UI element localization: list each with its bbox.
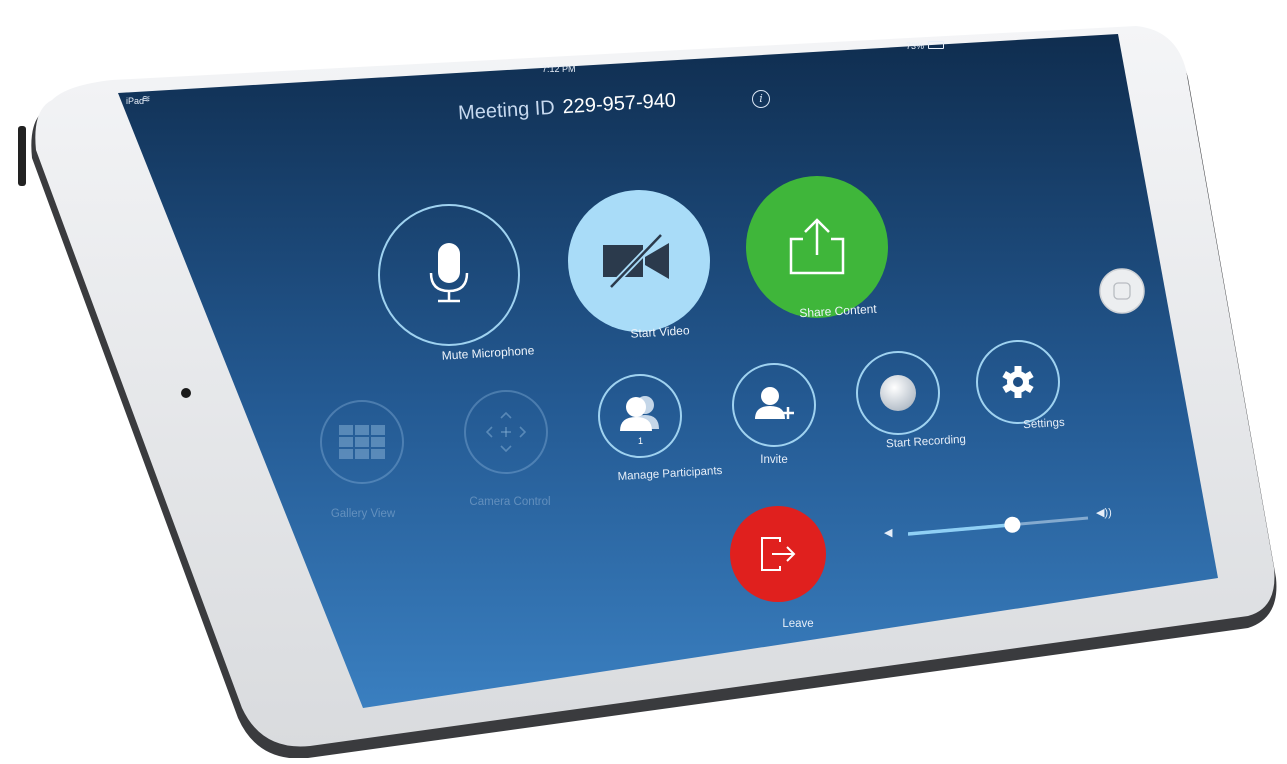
gear-icon bbox=[1002, 366, 1034, 398]
add-user-icon bbox=[755, 387, 794, 419]
leave-button[interactable] bbox=[730, 506, 826, 602]
invite-label: Invite bbox=[760, 454, 788, 466]
camera-control-label: Camera Control bbox=[469, 496, 551, 508]
video-off-icon bbox=[603, 233, 669, 289]
speaker-high-icon: ◀)) bbox=[1096, 507, 1112, 519]
settings-button[interactable] bbox=[976, 340, 1060, 424]
home-button[interactable] bbox=[1099, 268, 1145, 314]
mute-microphone-button[interactable] bbox=[378, 204, 520, 346]
volume-fill bbox=[908, 522, 1013, 536]
wifi-icon: ≋ bbox=[142, 94, 151, 105]
leave-icon bbox=[761, 537, 796, 571]
leave-label: Leave bbox=[782, 618, 814, 630]
battery-icon bbox=[928, 41, 944, 49]
volume-slider[interactable] bbox=[908, 510, 1092, 540]
gallery-view-label: Gallery View bbox=[330, 508, 396, 520]
camera-control-icon bbox=[486, 412, 526, 452]
settings-label: Settings bbox=[1022, 416, 1066, 432]
camera-control-button[interactable] bbox=[464, 390, 548, 474]
info-icon[interactable]: i bbox=[752, 90, 770, 108]
front-camera bbox=[181, 388, 191, 398]
share-icon bbox=[789, 218, 845, 275]
participants-icon bbox=[620, 396, 659, 431]
clock: 7:12 PM bbox=[542, 64, 576, 74]
share-content-button[interactable] bbox=[746, 176, 888, 318]
microphone-icon bbox=[429, 243, 469, 303]
battery-percent: 73% bbox=[906, 41, 925, 51]
volume-knob[interactable] bbox=[1004, 516, 1021, 533]
ipad-device: iPad ≋ 7:12 PM 73% Meeting ID 229-957-940… bbox=[18, 18, 1280, 758]
grid-icon bbox=[339, 425, 385, 459]
record-icon bbox=[880, 375, 916, 411]
start-recording-button[interactable] bbox=[856, 351, 940, 435]
manage-participants-button[interactable]: 1 bbox=[598, 374, 682, 458]
meeting-id-label: Meeting ID bbox=[457, 96, 556, 125]
speaker-low-icon: ◀ bbox=[884, 527, 893, 539]
invite-button[interactable] bbox=[732, 363, 816, 447]
gallery-view-button[interactable] bbox=[320, 400, 404, 484]
participant-count-badge: 1 bbox=[638, 436, 644, 446]
start-video-button[interactable] bbox=[568, 190, 710, 332]
